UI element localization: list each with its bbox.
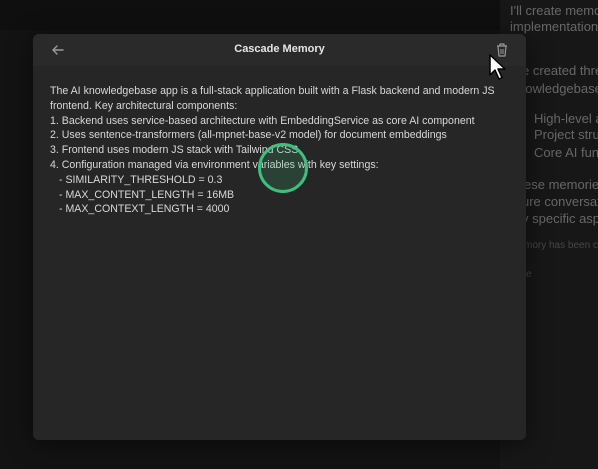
click-indicator bbox=[258, 143, 308, 193]
memory-setting: - MAX_CONTEXT_LENGTH = 4000 bbox=[59, 203, 230, 216]
memory-list-item: 2. Uses sentence-transformers (all-mpnet… bbox=[50, 129, 447, 142]
mouse-cursor-icon bbox=[489, 54, 506, 80]
memory-list-item: 1. Backend uses service-based architectu… bbox=[50, 114, 475, 127]
memory-modal: Cascade Memory The AI knowledgebase app … bbox=[33, 34, 526, 440]
memory-intro: The AI knowledgebase app is a full-stack… bbox=[50, 85, 495, 112]
modal-header: Cascade Memory bbox=[33, 34, 526, 66]
modal-title: Cascade Memory bbox=[234, 43, 325, 55]
